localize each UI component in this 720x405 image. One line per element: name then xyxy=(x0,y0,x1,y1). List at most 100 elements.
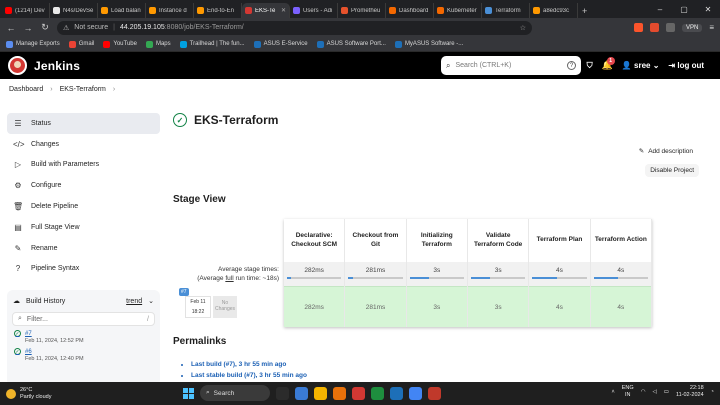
browser-tab[interactable]: EKS-Te ✕ xyxy=(242,3,290,18)
stage-average-time: 281ms xyxy=(365,267,386,274)
browser-tab[interactable]: (1214) Dev xyxy=(2,3,50,18)
stage-run-cell[interactable]: 281ms xyxy=(345,286,406,327)
notification-center-icon[interactable]: ◔ xyxy=(711,389,714,395)
windows-start-icon[interactable] xyxy=(183,387,194,399)
build-number-badge[interactable]: #7 xyxy=(179,288,189,296)
extension-icon[interactable] xyxy=(649,23,659,32)
sidebar-item-full-stage-view[interactable]: ▤ Full Stage View xyxy=(7,217,160,238)
bookmark-item[interactable]: Trailhead | The fun... xyxy=(179,40,245,48)
taskbar-app-icon[interactable] xyxy=(352,386,365,400)
forward-button[interactable]: → xyxy=(23,23,33,33)
build-link[interactable]: ✓ #7 xyxy=(14,330,153,337)
taskbar-app-icon[interactable] xyxy=(390,386,403,400)
chevron-down-icon[interactable]: ⌄ xyxy=(148,297,154,305)
avg-run-suffix: run time: ~18s) xyxy=(233,275,279,282)
sidebar-item-build-with-parameters[interactable]: ▷ Build with Parameters xyxy=(7,155,160,176)
back-button[interactable]: ← xyxy=(6,23,16,33)
sidebar-item-status[interactable]: ☰ Status xyxy=(7,113,160,134)
stage-view: Average stage times: (Average full run t… xyxy=(173,219,652,327)
build-history-item[interactable]: ✓ #6 Feb 11, 2024, 12:40 PM xyxy=(7,344,160,362)
clock[interactable]: 22:18 11-02-2024 xyxy=(676,385,704,399)
stage-run-cell[interactable]: 3s xyxy=(468,286,529,327)
browser-tab[interactable]: Prometheu xyxy=(338,3,386,18)
vpn-button[interactable]: VPN xyxy=(681,23,703,32)
wifi-icon[interactable]: ◠ xyxy=(641,389,646,395)
bookmark-item[interactable]: Gmail xyxy=(68,40,94,48)
shield-icon[interactable]: ⛉ xyxy=(587,61,593,71)
build-filter-input[interactable]: ⌕ Filter... / xyxy=(12,312,155,326)
logout-button[interactable]: ⇥ log out xyxy=(668,61,704,70)
minimize-button[interactable]: – xyxy=(648,0,672,18)
full-run-link[interactable]: full xyxy=(225,275,233,282)
jenkins-logo[interactable] xyxy=(8,56,27,75)
language-indicator[interactable]: ENG IN xyxy=(622,385,634,399)
bookmark-item[interactable]: YouTube xyxy=(103,40,137,48)
bookmark-item[interactable]: MyASUS Software -... xyxy=(394,40,463,48)
bookmark-label: Trailhead | The fun... xyxy=(189,41,245,47)
browser-tab[interactable]: Users - Adi xyxy=(290,3,338,18)
bookmark-star-icon[interactable]: ☆ xyxy=(520,24,526,32)
sidebar-toggle-icon[interactable] xyxy=(665,23,675,32)
browser-tab[interactable]: End-to-En xyxy=(194,3,242,18)
build-row-header[interactable]: #7 Feb 11 18:22 No Changes xyxy=(176,288,280,322)
jenkins-brand[interactable]: Jenkins xyxy=(34,59,80,73)
bookmark-item[interactable]: ASUS Software Port... xyxy=(316,40,386,48)
taskbar-app-icon[interactable] xyxy=(371,386,384,400)
stage-run-cell[interactable]: 282ms xyxy=(284,286,345,327)
bookmark-item[interactable]: ASUS E-Service xyxy=(253,40,308,48)
browser-tab[interactable]: Kuberneter xyxy=(434,3,482,18)
reload-button[interactable]: ↻ xyxy=(40,22,50,33)
trend-link[interactable]: trend xyxy=(126,298,142,305)
brave-shield-icon[interactable] xyxy=(633,23,643,32)
taskbar-app-icon[interactable] xyxy=(409,386,422,400)
browser-tab[interactable]: Load balan xyxy=(98,3,146,18)
user-menu[interactable]: 👤 sree ⌄ xyxy=(622,61,660,70)
close-window-button[interactable]: ✕ xyxy=(696,0,720,18)
stage-run-cell[interactable]: 4s xyxy=(529,286,590,327)
bookmark-item[interactable]: Manage Exports xyxy=(6,40,60,48)
build-history-item[interactable]: ✓ #7 Feb 11, 2024, 12:52 PM xyxy=(7,326,160,344)
new-tab-button[interactable]: + xyxy=(578,3,591,18)
windows-taskbar: 26°C Partly cloudy ⌕ Search ˄ ENG IN ◠ ◁… xyxy=(0,382,720,405)
weather-widget[interactable]: 26°C Partly cloudy xyxy=(0,387,140,401)
url-input[interactable]: ⚠ Not secure | 44.205.19.105:8080/job/EK… xyxy=(57,20,532,35)
build-link[interactable]: ✓ #6 xyxy=(14,348,153,355)
taskbar-search[interactable]: ⌕ Search xyxy=(200,385,270,401)
taskbar-app-icon[interactable] xyxy=(295,386,308,400)
changes-icon: </> xyxy=(13,139,25,149)
sidebar-item-pipeline-syntax[interactable]: ? Pipeline Syntax xyxy=(7,259,160,280)
stage-run-cell[interactable]: 3s xyxy=(406,286,467,327)
taskbar-app-icon[interactable] xyxy=(333,386,346,400)
breadcrumb-dashboard[interactable]: Dashboard xyxy=(9,86,43,93)
chevron-right-icon[interactable]: › xyxy=(113,86,115,93)
browser-tab[interactable]: N4s/DevSe xyxy=(50,3,98,18)
taskbar-app-icon[interactable] xyxy=(428,386,441,400)
permalink-item[interactable]: Last build (#7), 3 hr 55 min ago xyxy=(191,361,307,372)
add-description-link[interactable]: ✎ Add description xyxy=(639,147,693,156)
bookmark-favicon-icon xyxy=(6,40,13,48)
sidebar-item-changes[interactable]: </> Changes xyxy=(7,134,160,155)
disable-project-button[interactable]: Disable Project xyxy=(645,164,699,177)
tab-list: (1214) Dev N4s/DevSe Load balan Instance d E… xyxy=(2,3,578,18)
sidebar-item-configure[interactable]: ⚙ Configure xyxy=(7,175,160,196)
breadcrumb-job[interactable]: EKS-Terraform xyxy=(60,86,106,93)
browser-tab[interactable]: Instance d xyxy=(146,3,194,18)
taskbar-app-icon[interactable] xyxy=(314,386,327,400)
close-tab-icon[interactable]: ✕ xyxy=(281,7,286,14)
taskbar-app-icon[interactable] xyxy=(276,386,289,400)
browser-tab[interactable]: Terraform xyxy=(482,3,530,18)
speaker-icon[interactable]: ◁ xyxy=(653,389,657,395)
browser-tab[interactable]: Dashboard xyxy=(386,3,434,18)
maximize-button[interactable]: ▢ xyxy=(672,0,696,18)
stage-run-cell[interactable]: 4s xyxy=(590,286,651,327)
help-icon[interactable]: ? xyxy=(567,61,576,70)
browser-tab[interactable]: a8edc93c xyxy=(530,3,578,18)
sidebar-item-delete-pipeline[interactable]: 🗑 Delete Pipeline xyxy=(7,196,160,217)
battery-icon[interactable]: ▭ xyxy=(664,389,669,395)
chevron-up-icon[interactable]: ˄ xyxy=(612,389,615,395)
sidebar-item-rename[interactable]: ✎ Rename xyxy=(7,238,160,259)
bookmark-item[interactable]: Maps xyxy=(145,40,171,48)
notifications-bell-icon[interactable]: 🔔 1 xyxy=(602,57,615,71)
search-input[interactable]: ⌕ Search (CTRL+K) ? xyxy=(441,56,581,75)
menu-icon[interactable]: ≡ xyxy=(709,23,714,32)
